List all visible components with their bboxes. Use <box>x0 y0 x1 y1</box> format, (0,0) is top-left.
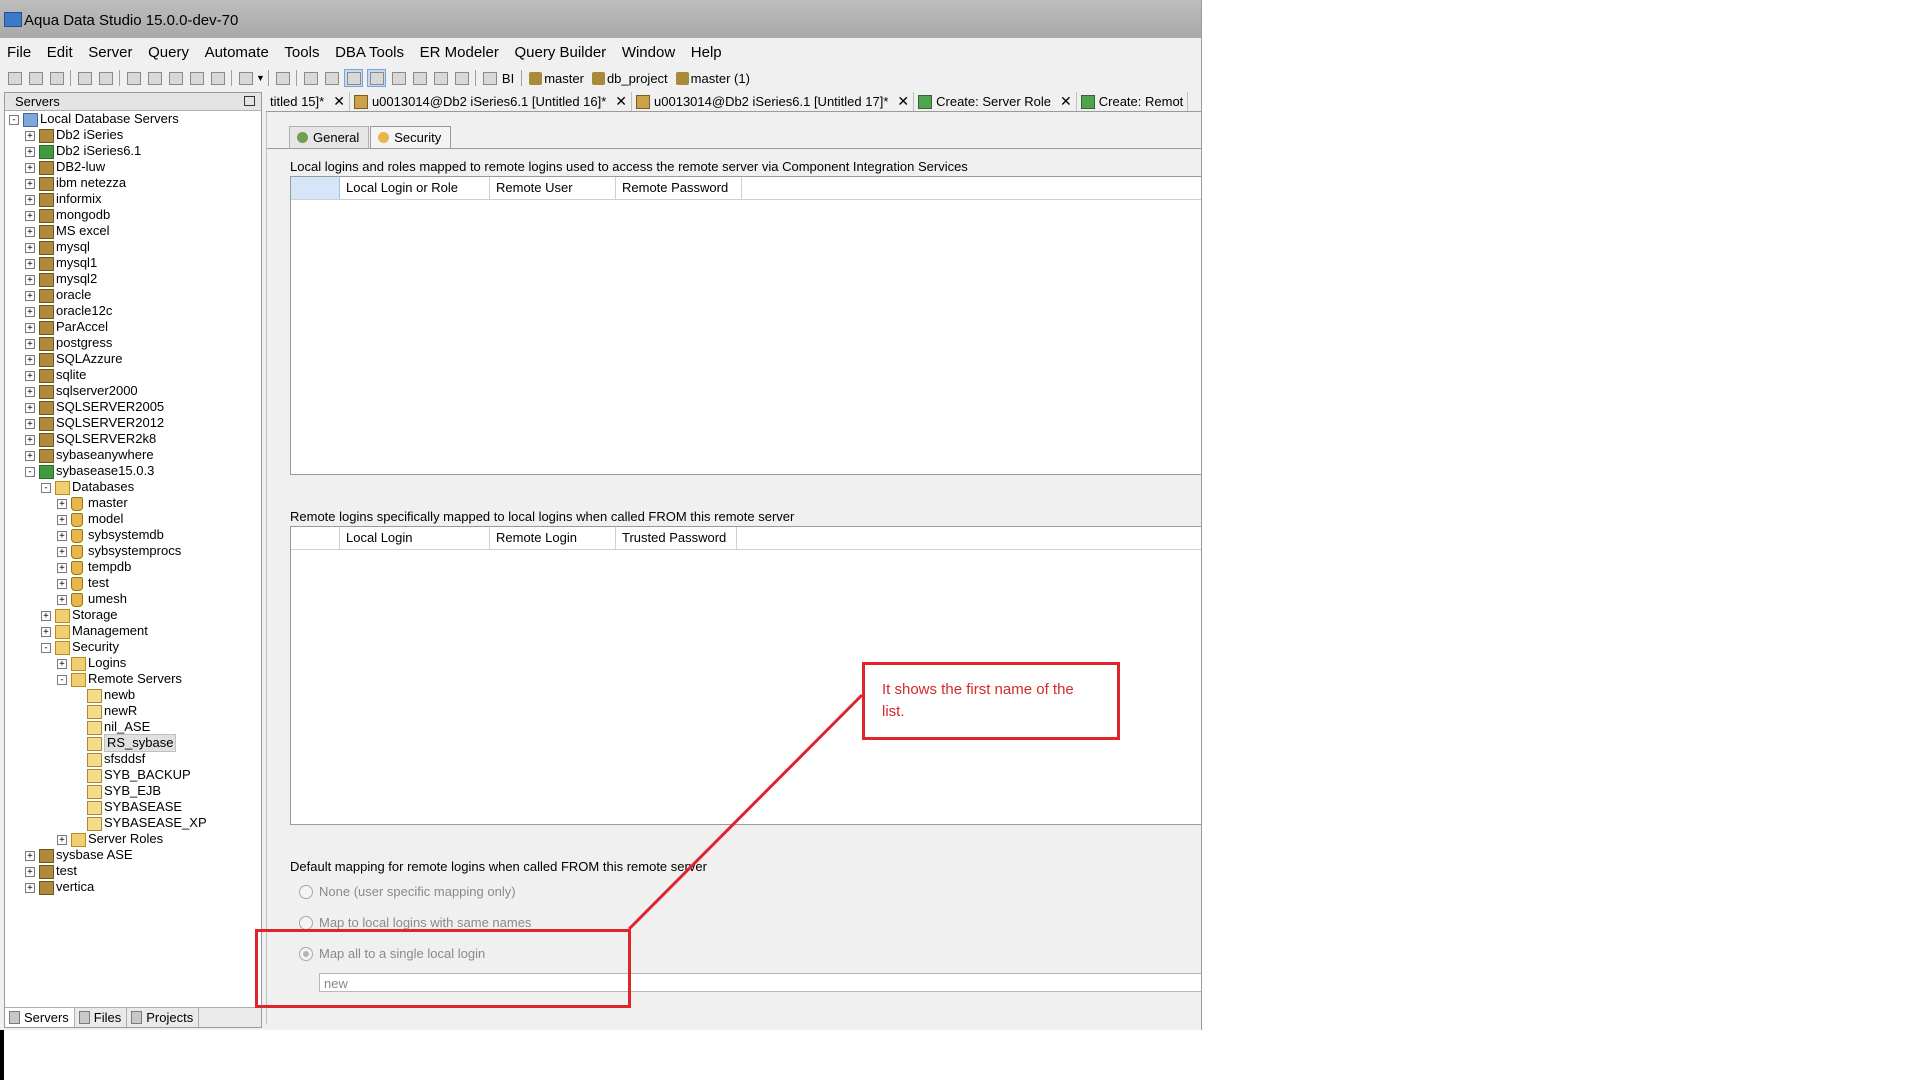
annotation-text: It shows the first name of the list. <box>882 681 1074 720</box>
annotation-callout: It shows the first name of the list. <box>862 662 1120 740</box>
annotation-line <box>627 693 864 931</box>
highlight-box <box>255 929 631 1008</box>
annotation-pointer <box>627 693 864 931</box>
edge-strip <box>0 1030 4 1080</box>
